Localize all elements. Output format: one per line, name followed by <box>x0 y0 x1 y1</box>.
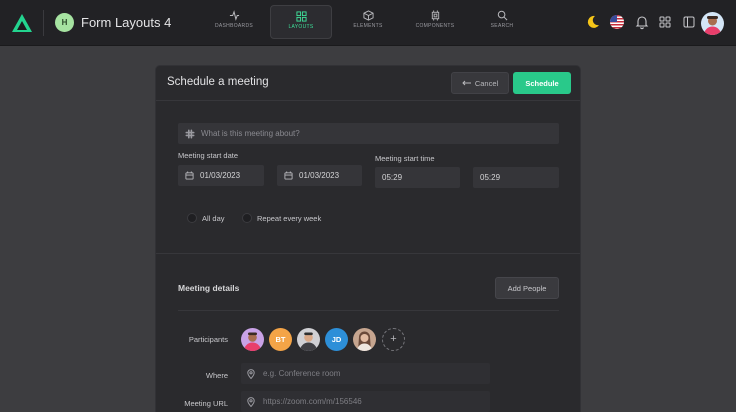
cpu-icon <box>431 10 439 21</box>
meeting-about-input[interactable]: What is this meeting about? <box>178 123 559 144</box>
participant-photo <box>300 332 317 351</box>
meeting-url-placeholder: https://zoom.com/m/156546 <box>263 397 362 406</box>
participant-avatar[interactable]: JD <box>325 328 348 351</box>
calendar-icon <box>185 171 194 180</box>
box-icon <box>362 10 374 21</box>
map-pin-icon <box>247 396 255 407</box>
search-icon <box>497 10 507 21</box>
radio-repeat-weekly[interactable]: Repeat every week <box>242 213 321 223</box>
card-title: Schedule a meeting <box>167 76 269 88</box>
nav-components[interactable]: COMPONENTS <box>404 5 466 39</box>
radio-repeat-label: Repeat every week <box>257 213 322 223</box>
radio-all-day-label: All day <box>202 213 225 223</box>
cancel-button[interactable]: Cancel <box>451 72 509 94</box>
us-flag-icon[interactable] <box>609 14 625 30</box>
nav-dashboards[interactable]: DASHBOARDS <box>203 5 265 39</box>
nav-layouts[interactable]: LAYOUTS <box>270 5 332 39</box>
schedule-button[interactable]: Schedule <box>513 72 571 94</box>
start-date-field[interactable]: 01/03/2023 <box>178 165 264 186</box>
end-time-field[interactable]: 05:29 <box>473 167 559 188</box>
start-date-value: 01/03/2023 <box>200 171 241 180</box>
cancel-label: Cancel <box>474 78 499 88</box>
meeting-details-title: Meeting details <box>178 283 240 293</box>
user-avatar[interactable] <box>701 12 724 35</box>
end-date-field[interactable]: 01/03/2023 <box>277 165 362 186</box>
participant-photo <box>244 332 261 351</box>
start-date-label: Meeting start date <box>178 151 239 160</box>
project-title: Form Layouts 4 <box>81 15 172 30</box>
project-avatar[interactable]: H <box>55 13 74 32</box>
participant-photo <box>357 331 372 351</box>
nav-label: ELEMENTS <box>353 23 383 29</box>
participant-avatar[interactable]: BT <box>269 328 292 351</box>
meeting-url-input[interactable]: https://zoom.com/m/156546 <box>241 391 490 412</box>
slack-icon <box>185 129 195 138</box>
arrow-left-icon <box>462 80 471 86</box>
moon-icon[interactable] <box>585 14 601 30</box>
map-pin-icon <box>247 368 255 379</box>
radio-circle <box>187 213 197 223</box>
divider <box>43 10 44 36</box>
calendar-icon <box>284 171 293 180</box>
nav-label: SEARCH <box>490 23 514 29</box>
nav-label: DASHBOARDS <box>214 23 253 29</box>
where-input[interactable]: e.g. Conference room <box>241 363 490 384</box>
grid-icon <box>295 11 307 22</box>
participant-avatar[interactable] <box>297 328 320 351</box>
where-label: Where <box>205 371 228 380</box>
card-header: Schedule a meeting Cancel Schedule <box>156 66 580 101</box>
avatar-image <box>704 16 721 35</box>
meeting-url-label: Meeting URL <box>184 399 228 408</box>
where-placeholder: e.g. Conference room <box>263 369 341 378</box>
sidebar-icon[interactable] <box>681 14 697 30</box>
radio-circle <box>242 213 252 223</box>
participants-label: Participants <box>188 335 228 344</box>
nav-label: LAYOUTS <box>288 24 314 30</box>
logo-icon[interactable] <box>11 13 33 33</box>
start-time-value: 05:29 <box>382 173 403 182</box>
end-date-value: 01/03/2023 <box>299 171 340 180</box>
activity-icon <box>229 10 239 21</box>
add-people-button[interactable]: Add People <box>495 277 559 299</box>
participant-avatar[interactable] <box>353 328 376 351</box>
add-participant-button[interactable]: + <box>382 328 405 351</box>
details-divider <box>178 310 559 311</box>
schedule-meeting-card: Schedule a meeting Cancel Schedule What … <box>155 65 581 412</box>
radio-all-day[interactable]: All day <box>187 213 225 223</box>
end-time-value: 05:29 <box>480 173 501 182</box>
start-time-label: Meeting start time <box>375 154 435 163</box>
bell-icon[interactable] <box>634 14 650 30</box>
apps-icon[interactable] <box>657 14 673 30</box>
section-divider <box>156 253 580 254</box>
nav-elements[interactable]: ELEMENTS <box>337 5 399 39</box>
start-time-field[interactable]: 05:29 <box>375 167 460 188</box>
top-navbar: H Form Layouts 4 DASHBOARDS LAYOUTS ELEM… <box>0 0 736 46</box>
meeting-about-placeholder: What is this meeting about? <box>201 129 300 138</box>
participant-avatar[interactable] <box>241 328 264 351</box>
nav-label: COMPONENTS <box>415 23 455 29</box>
nav-search[interactable]: SEARCH <box>471 5 533 39</box>
